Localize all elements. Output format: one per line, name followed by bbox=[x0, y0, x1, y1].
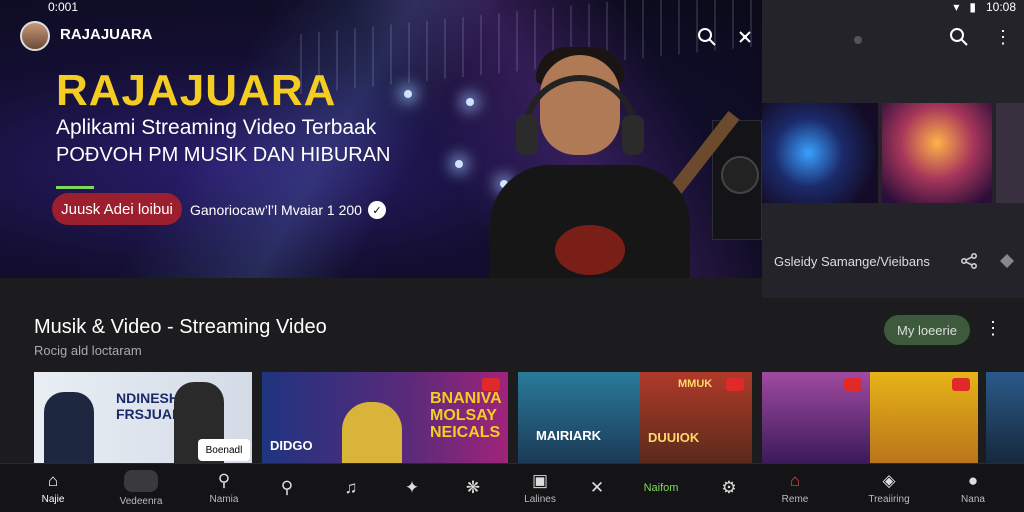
video-card[interactable]: DIDGO BNANIVA MOLSAY NEICALS bbox=[262, 372, 508, 464]
tools-icon: ✕ bbox=[589, 478, 605, 497]
music-icon: ♫ bbox=[344, 478, 358, 497]
right-status-bar: ▾ ▮ 10:08 bbox=[953, 0, 1016, 14]
app-root: 0:001 RAJAJUARA RAJAJUARA Aplikami Strea… bbox=[0, 0, 1024, 512]
search-icon[interactable] bbox=[948, 26, 970, 48]
wifi-icon: ▾ bbox=[953, 0, 960, 14]
nav-label: Namia bbox=[209, 493, 239, 505]
hero-title: RAJAJUARA bbox=[56, 66, 337, 115]
play-badge-icon bbox=[952, 378, 970, 391]
video-thumbnail[interactable] bbox=[762, 103, 878, 203]
card-title: BNANIVA MOLSAY NEICALS bbox=[430, 390, 502, 441]
cast-icon[interactable] bbox=[734, 26, 756, 48]
nav-trending[interactable]: ◈ Treaiiring bbox=[854, 465, 924, 511]
nav-share[interactable]: ❋ bbox=[438, 465, 508, 511]
nav-label: Nana bbox=[961, 493, 985, 505]
dot-indicator bbox=[854, 36, 862, 44]
share-icon: ❋ bbox=[465, 478, 481, 497]
play-badge-icon bbox=[844, 378, 862, 391]
video-card[interactable]: MAIRIARK bbox=[518, 372, 640, 464]
nav-label: Treaiiring bbox=[868, 493, 910, 505]
video-card[interactable] bbox=[762, 372, 870, 464]
hero-banner[interactable]: 0:001 RAJAJUARA RAJAJUARA Aplikami Strea… bbox=[0, 0, 762, 278]
nav-search[interactable]: ⚲ Namia bbox=[189, 465, 259, 511]
video-pill-icon bbox=[124, 469, 158, 492]
video-card[interactable] bbox=[986, 372, 1024, 464]
search-icon[interactable] bbox=[696, 26, 718, 48]
section-title: Musik & Video - Streaming Video bbox=[34, 316, 327, 338]
nav-video[interactable]: Vedeenra bbox=[106, 465, 176, 511]
stage-light bbox=[455, 160, 463, 168]
card-top-text: MMUK bbox=[678, 378, 713, 390]
video-thumbnail[interactable] bbox=[882, 103, 992, 203]
nav-label: Najie bbox=[41, 493, 65, 505]
nav-home-right[interactable]: ⌂ Reme bbox=[760, 465, 830, 511]
search-icon: ⚲ bbox=[217, 470, 231, 490]
nav-brand[interactable]: Naifom bbox=[626, 465, 696, 511]
card-left-text: DIDGO bbox=[270, 438, 313, 453]
nav-label: Vedeenra bbox=[119, 495, 163, 507]
card-figure bbox=[342, 402, 402, 464]
compass-icon: ✦ bbox=[404, 478, 420, 497]
home-icon: ⌂ bbox=[47, 470, 59, 490]
nav-label: Naifom bbox=[643, 482, 679, 494]
download-icon[interactable] bbox=[996, 250, 1018, 272]
settings-icon: ⚙ bbox=[721, 478, 737, 497]
stage-light bbox=[404, 90, 412, 98]
profile-icon: ● bbox=[967, 470, 979, 490]
nav-compass[interactable]: ✦ bbox=[377, 465, 447, 511]
nav-settings[interactable]: ⚙ bbox=[694, 465, 764, 511]
verified-icon: ✓ bbox=[367, 201, 386, 219]
nav-tools[interactable]: ✕ bbox=[562, 465, 632, 511]
section-action-button[interactable]: My loeerie bbox=[884, 315, 970, 345]
hero-meta-text: Ganoriocaw’l’l Mvaiar 1 200 bbox=[190, 202, 362, 218]
card-figure bbox=[44, 392, 94, 464]
hero-performer bbox=[470, 45, 740, 278]
nav-music[interactable]: ♫ bbox=[316, 465, 386, 511]
play-badge-icon bbox=[726, 378, 744, 391]
panel-caption: Gsleidy Samange/Vieibans bbox=[774, 254, 930, 269]
video-thumbnail[interactable] bbox=[996, 103, 1024, 203]
search-icon: ⚲ bbox=[280, 478, 294, 497]
nav-profile[interactable]: ● Nana bbox=[938, 465, 1008, 511]
more-vert-icon[interactable]: ⋮ bbox=[984, 318, 1002, 339]
brand-name: RAJAJUARA bbox=[60, 26, 153, 43]
nav-label: Reme bbox=[781, 493, 809, 505]
hero-meta: Ganoriocaw’l’l Mvaiar 1 200 ✓ bbox=[190, 201, 386, 219]
avatar[interactable] bbox=[20, 21, 50, 51]
nav-label: Lalines bbox=[524, 493, 556, 505]
card-title: MAIRIARK bbox=[536, 428, 601, 443]
video-card[interactable]: MMUK DUUIOK bbox=[640, 372, 752, 464]
share-icon[interactable] bbox=[958, 250, 980, 272]
hero-accent-bar bbox=[56, 186, 94, 189]
more-vert-icon[interactable]: ⋮ bbox=[992, 26, 1014, 48]
nav-home[interactable]: ⌂ Najie bbox=[18, 465, 88, 511]
video-card[interactable] bbox=[870, 372, 978, 464]
hero-subtitle-line2: POÐVOH PM MUSIK DAN HIBURAN bbox=[56, 144, 391, 166]
card-tag: Boenadl bbox=[198, 439, 250, 461]
card-title: DUUIOK bbox=[648, 430, 700, 445]
trending-icon: ◈ bbox=[882, 470, 896, 490]
section-subtitle: Rocig ald loctaram bbox=[34, 343, 142, 358]
right-status-time: 10:08 bbox=[985, 0, 1016, 14]
home-icon: ⌂ bbox=[789, 470, 801, 490]
battery-icon: ▮ bbox=[969, 0, 976, 14]
hero-subtitle-line1: Aplikami Streaming Video Terbaak bbox=[56, 116, 377, 139]
status-time: 0:001 bbox=[48, 0, 79, 14]
library-icon: ▣ bbox=[531, 470, 549, 490]
hero-cta-button[interactable]: Juusk Adei loibui bbox=[52, 193, 182, 225]
nav-search-2[interactable]: ⚲ bbox=[252, 465, 322, 511]
